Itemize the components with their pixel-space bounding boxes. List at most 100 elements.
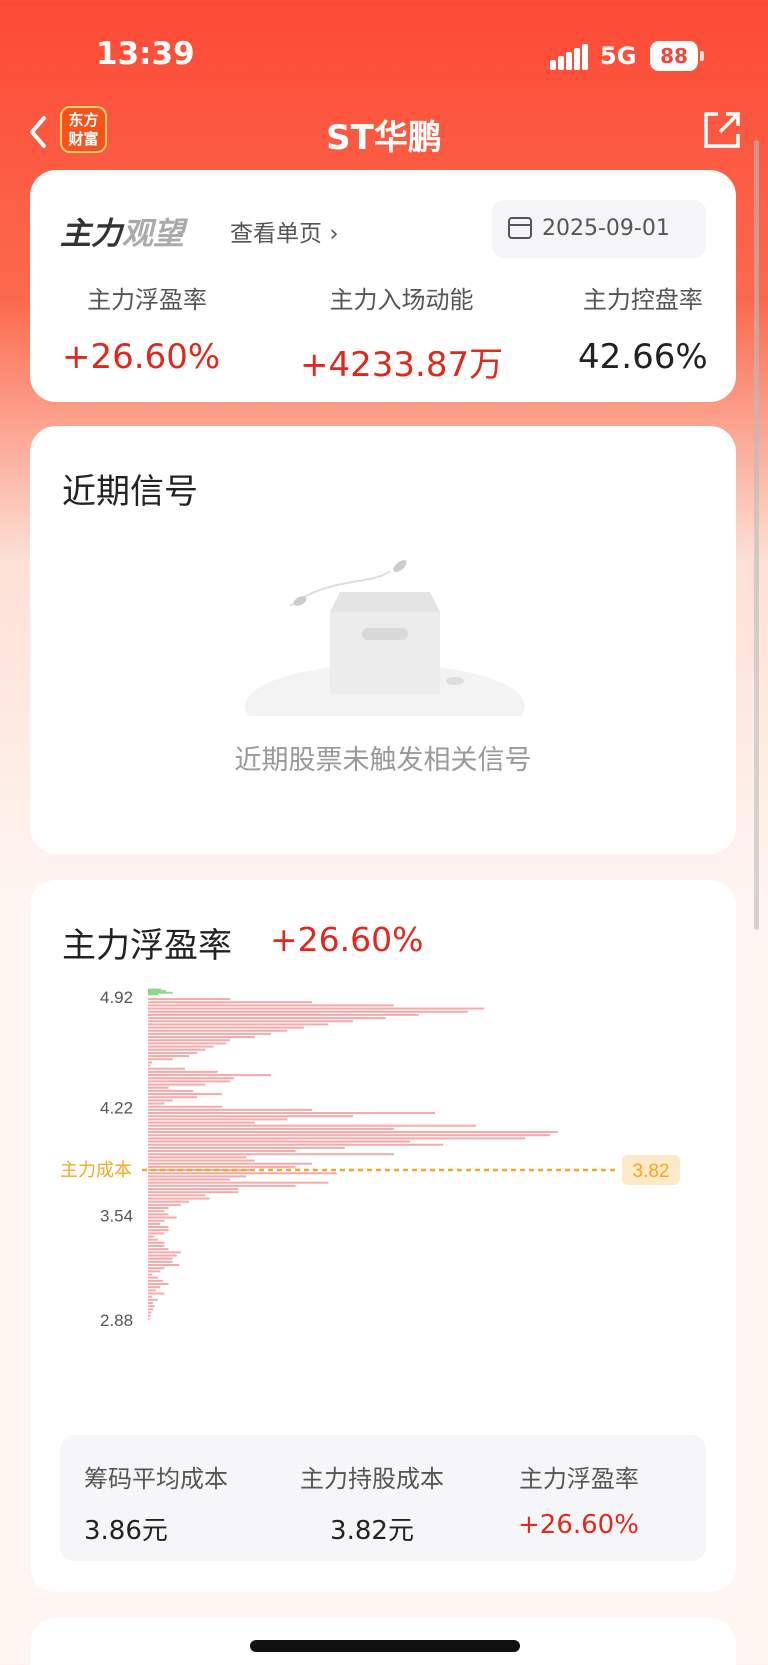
battery-tip [700,51,704,61]
chip-bar [148,1086,169,1089]
status-time: 13:39 [96,36,195,72]
chip-bar [148,1308,153,1311]
scrollbar[interactable] [754,140,759,930]
chip-bar [148,1289,157,1292]
chip-bar [148,1191,239,1194]
floating-profit-card: 主力浮盈率 +26.60% 4.92 4.22 3.54 2.88 主力成本 3.82 筹… [30,880,736,1592]
chip-bar [148,1286,161,1289]
main-force-card: 主力观望 查看单页 › 2025-09-01 主力浮盈率 +26.60% 主力入… [30,170,736,402]
chip-bar [148,1134,550,1137]
chip-bar [148,1229,169,1232]
chip-bar [148,1226,169,1229]
chip-bar [148,1248,169,1251]
metric-label: 主力入场动能 [329,286,474,314]
chip-bar [148,1064,151,1067]
chip-bar [148,1238,158,1241]
chip-bar [148,1159,255,1162]
view-single-page-label: 查看单页 [230,221,322,247]
share-icon[interactable] [700,108,744,152]
cellular-signal-icon [550,44,588,70]
chip-bar [148,1055,189,1058]
chip-bar [148,1257,173,1260]
chip-bar [148,1137,526,1140]
summary-value: 3.86元 [84,1516,168,1546]
chip-bar [148,1102,165,1105]
chip-bar [148,1181,329,1184]
chip-bar [148,1150,296,1153]
chip-bar [148,1165,296,1168]
chip-bar [148,1013,419,1016]
battery-icon: 88 [650,41,698,71]
y-tick-label: 4.22 [100,1099,133,1118]
calendar-icon [508,217,532,239]
chip-bar [148,1283,169,1286]
chip-bar [148,1045,214,1048]
y-tick-label: 2.88 [100,1311,133,1330]
chip-bar [148,1207,169,1210]
chip-bar [148,1245,165,1248]
metric-floating-profit: 主力浮盈率 +26.60% [62,280,220,377]
chip-bar [148,1188,239,1191]
profit-rate-value: +26.60% [270,920,424,959]
cost-line-label: 主力成本 [60,1160,132,1181]
chip-bar [148,1112,435,1115]
chip-bar [148,1096,198,1099]
chip-bar [148,1232,165,1235]
network-type: 5G [600,42,637,70]
chip-bar [148,1029,288,1032]
chip-bar [148,993,158,996]
chip-bar [148,1210,165,1213]
view-single-page-link[interactable]: 查看单页 › [230,214,339,248]
metric-control-rate: 主力控盘率 42.66% [578,280,708,377]
summary-label: 主力浮盈率 [518,1465,639,1493]
nav-bar: 东方 财富 ST华鹏 [0,100,768,160]
chip-bar [148,1162,312,1165]
chip-bar [148,1020,353,1023]
chip-bar [148,1140,411,1143]
chip-bar [148,1197,210,1200]
section-title: 主力浮盈率 [62,926,232,966]
recent-signals-card: 近期信号 近期股票未触发相关信号 [30,426,736,854]
chip-bar [148,1010,468,1013]
chip-bar [148,1241,165,1244]
chip-bar [148,1146,345,1149]
main-holding-cost: 主力持股成本 3.82元 [300,1459,444,1547]
chip-bar [148,1099,173,1102]
avg-chip-cost: 筹码平均成本 3.86元 [84,1459,228,1547]
chip-bar [148,1143,444,1146]
chip-bar [148,1048,206,1051]
chip-bar [148,1251,181,1254]
empty-box-icon [245,560,525,716]
date-value: 2025-09-01 [542,216,670,241]
chip-bar [148,1298,158,1301]
chip-bar [148,1115,353,1118]
metric-label: 主力控盘率 [582,286,703,314]
chip-bar [148,1203,181,1206]
chip-bar [148,1194,206,1197]
cost-summary-panel: 筹码平均成本 3.86元 主力持股成本 3.82元 主力浮盈率 +26.60% [60,1435,706,1561]
chip-bar [148,1270,161,1273]
chip-bar [148,1089,194,1092]
chip-bar [148,1017,386,1020]
chip-bar [148,1093,222,1096]
chip-bar [148,1178,230,1181]
chip-bar [148,1070,218,1073]
chip-bar [148,1311,152,1314]
chip-bar [148,1023,329,1026]
chip-bar [148,1213,169,1216]
chip-bar [148,1219,165,1222]
chip-bar [148,1039,230,1042]
chip-bar [148,1172,337,1175]
date-picker[interactable]: 2025-09-01 [492,200,706,258]
main-force-status-logo: 主力观望 [60,208,184,253]
home-indicator[interactable] [250,1640,520,1652]
chip-bar [148,1314,151,1317]
brand-strong: 主力 [60,216,122,252]
chip-bar [148,1058,173,1061]
chip-bar [148,1127,394,1130]
chip-bar [148,1317,150,1320]
chip-bar [148,1124,476,1127]
chip-bar [148,1051,198,1054]
section-title: 近期信号 [62,472,198,512]
chip-bar [148,1007,485,1010]
